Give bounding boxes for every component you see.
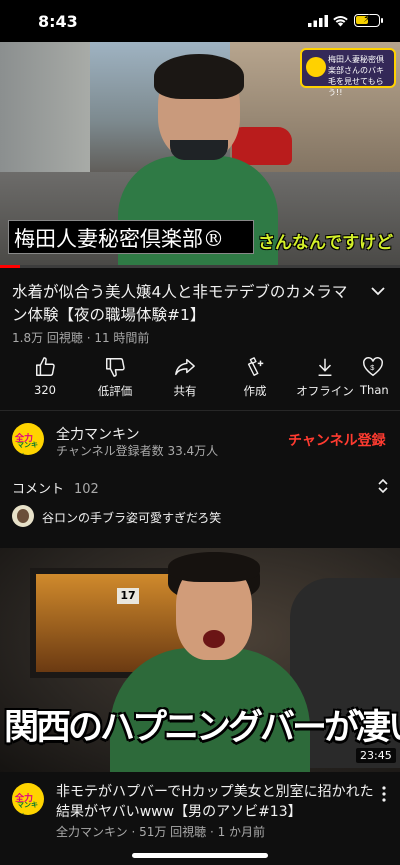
thumbs-down-icon [106,358,125,377]
offline-label: オフライン [296,384,354,398]
comments-count: 102 [74,482,99,497]
cellular-signal-icon [308,15,328,27]
wifi-icon [333,16,348,27]
video-meta: 1.8万 回視聴 · 11 時間前 [12,331,150,345]
comments-label: コメント [12,482,65,497]
create-icon [247,357,264,376]
thumbnail-mouth [203,630,225,648]
next-channel-avatar[interactable]: 全力 マンキン [12,783,44,815]
subscribe-button[interactable]: チャンネル登録 [288,430,386,450]
battery-tip [381,18,383,23]
channel-subscribers: チャンネル登録者数 33.4万人 [56,444,219,458]
action-row: 320 低評価 共有 作成 オフライン $ Than [0,354,400,408]
chevron-down-icon[interactable] [370,286,386,296]
channel-name[interactable]: 全力マンキン [56,424,140,444]
commenter-avatar [12,505,34,527]
dislike-button[interactable]: 低評価 [80,354,150,399]
avatar-text-2: マンキン [17,441,38,455]
expand-collapse-icon[interactable] [377,478,389,494]
dislike-label: 低評価 [97,384,133,398]
channel-avatar[interactable]: 全力 マンキン [12,423,44,455]
more-options-icon[interactable] [382,786,386,802]
next-video-title[interactable]: 非モテがハプバーでHカップ美女と別室に招かれた結果がヤバいwww【男のアソビ#1… [56,782,376,822]
share-button[interactable]: 共有 [150,354,220,399]
comments-header: コメント 102 [12,478,99,497]
top-comment: 谷ロンの手ブラ姿可愛すぎだろ笑 [42,511,222,525]
offline-button[interactable]: オフライン [290,354,360,399]
status-time: 8:43 [38,12,78,31]
video-caption-main: 梅田人妻秘密倶楽部® [14,227,224,251]
next-video-thumbnail[interactable]: 17 関西のハプニングバーが凄い 23:45 [0,548,400,772]
download-icon [318,358,332,376]
thumbnail-sign: 17 [117,588,139,604]
avatar-text-2: マンキン [17,801,38,815]
thanks-icon: $ [363,357,383,377]
share-icon [175,358,195,376]
create-label: 作成 [243,384,267,398]
thanks-button[interactable]: $ Than [360,354,400,397]
progress-bar[interactable] [0,265,400,268]
video-player[interactable]: 梅田人妻秘密倶楽部さんのバキ毛を見せてもらう!! 梅田人妻秘密倶楽部® さんなん… [0,42,400,267]
svg-text:$: $ [370,363,374,372]
video-corner-logo: 梅田人妻秘密倶楽部さんのバキ毛を見せてもらう!! [300,48,396,97]
next-video-meta: 全力マンキン · 51万 回視聴 · 1 か月前 [56,825,266,839]
video-title[interactable]: 水着が似合う美人嬢4人と非モテデブのカメラマン体験【夜の職場体験#1】 [12,281,357,327]
like-button[interactable]: 320 [10,354,80,397]
thanks-label: Than [360,383,389,397]
status-bar: 8:43 ⚡ [0,0,400,44]
thumbnail-bangs [168,552,260,582]
battery-icon: ⚡ [354,12,380,27]
video-caption-sub: さんなんですけど [258,233,394,253]
video-duration: 23:45 [356,748,396,763]
divider [0,410,400,411]
home-indicator [132,853,268,858]
share-label: 共有 [173,384,197,398]
like-count: 320 [34,383,56,397]
thumbs-up-icon [36,357,55,376]
create-button[interactable]: 作成 [220,354,290,399]
comments-section[interactable] [0,464,400,540]
thumbnail-headline: 関西のハプニングバーが凄い [4,707,400,748]
progress-played [0,265,20,268]
